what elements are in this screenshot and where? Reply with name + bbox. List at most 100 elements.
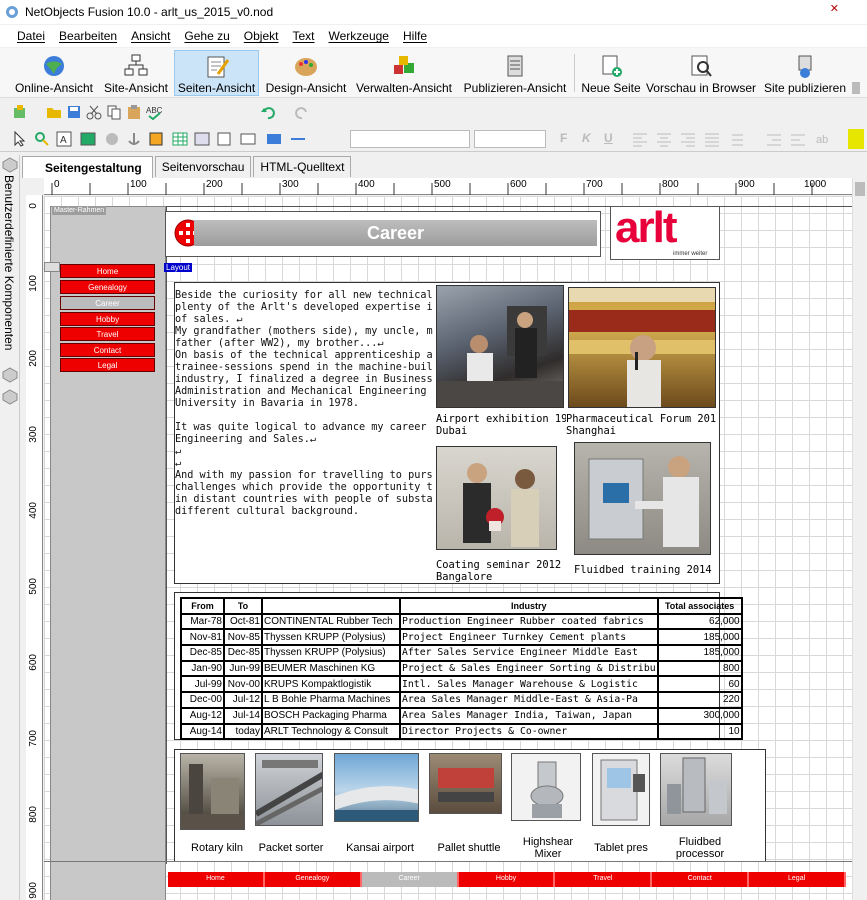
nav-genealogy[interactable]: Genealogy [60,280,155,294]
footer-nav-hobby[interactable]: Hobby [458,872,556,887]
cut-icon[interactable] [86,104,102,120]
italic-button[interactable]: K [582,131,591,145]
menu-objekt[interactable]: Objekt [244,29,279,43]
hotspot-tool-icon[interactable] [148,131,164,147]
menu-hilfe[interactable]: Hilfe [403,29,427,43]
media-tool-icon[interactable] [216,131,232,147]
career-story-text[interactable]: Beside the curiosity for all new technic… [175,290,433,550]
font-family-select[interactable] [350,130,470,148]
nav-career[interactable]: Career [60,296,155,310]
tab-page-layout[interactable]: Seitengestaltung [22,156,153,178]
thumb-fluidbed-processor[interactable] [660,753,732,826]
footer-nav-genealogy[interactable]: Genealogy [264,872,362,887]
custom-components-panel[interactable]: Benutzerdefinierte Komponenten [0,155,20,900]
menu-gehe-zu[interactable]: Gehe zu [184,29,229,43]
nav-home[interactable]: Home [60,264,155,278]
highlight-color-icon[interactable] [848,129,864,149]
publish-site-button[interactable]: Site publizieren [762,50,848,96]
rectangle-tool-icon[interactable] [266,131,282,147]
new-page-button[interactable]: Neue Seite [580,50,642,96]
photo-fluidbed-training[interactable] [574,442,711,555]
component-cube-icon[interactable] [2,367,18,383]
font-size-select[interactable] [474,130,546,148]
page-view-button[interactable]: Seiten-Ansicht [174,50,259,96]
text-tool-icon[interactable]: A [56,131,72,147]
tab-html-source[interactable]: HTML-Quelltext [253,156,352,177]
photo-airport-exhibition[interactable] [436,285,564,408]
justify-icon[interactable] [704,131,720,147]
indent-icon[interactable] [766,131,782,147]
copy-icon[interactable] [106,104,122,120]
layout-handle[interactable] [44,262,60,272]
online-view-button[interactable]: Online-Ansicht [10,50,98,96]
component-cube-icon-2[interactable] [2,389,18,405]
align-left-icon[interactable] [632,131,648,147]
design-view-button[interactable]: Design-Ansicht [262,50,350,96]
save-icon[interactable] [66,104,82,120]
thumb-pallet-shuttle[interactable] [429,753,502,814]
paste-icon[interactable] [126,104,142,120]
select-tool-icon[interactable] [12,131,28,147]
table-row: Dec-85 Dec-85 Thyssen KRUPP (Polysius) Afte… [180,644,743,662]
new-site-icon[interactable] [12,104,28,120]
nav-contact[interactable]: Contact [60,343,155,357]
nav-hobby[interactable]: Hobby [60,312,155,326]
menu-bearbeiten[interactable]: Bearbeiten [59,29,117,43]
footer-nav-career[interactable]: Career [361,872,459,887]
close-icon[interactable]: ✕ [830,2,839,15]
nav-travel[interactable]: Travel [60,327,155,341]
career-table[interactable]: From To Industry Total associates Mar-78… [180,597,743,741]
table-tool-icon[interactable] [172,131,188,147]
footer-nav-contact[interactable]: Contact [652,872,750,887]
page-canvas[interactable]: Master-Rahmen Home Genealogy Career Hobb… [44,196,852,900]
cell-from: Dec-85 [180,644,225,662]
photo-coating-seminar[interactable] [436,446,557,550]
toolbar-overflow-icon[interactable] [852,82,860,94]
align-center-icon[interactable] [656,131,672,147]
align-right-icon[interactable] [680,131,696,147]
menu-ansicht[interactable]: Ansicht [131,29,170,43]
photo-pharma-forum[interactable] [568,287,716,408]
nav-legal[interactable]: Legal [60,358,155,372]
redo-icon[interactable] [294,104,310,120]
outdent-icon[interactable] [790,131,806,147]
site-view-button[interactable]: Site-Ansicht [99,50,173,96]
anchor-tool-icon[interactable] [126,131,142,147]
spellcheck-icon[interactable]: ABC [146,104,162,120]
line-tool-icon[interactable] [290,131,306,147]
thumb-kansai-airport[interactable] [334,753,419,822]
scroll-thumb[interactable] [855,182,865,196]
component-tool-icon[interactable] [240,131,256,147]
browser-preview-button[interactable]: Vorschau in Browser [646,50,756,96]
thumb-rotary-kiln[interactable] [180,753,245,830]
manage-view-label: Verwalten-Ansicht [355,81,453,95]
arlt-logo[interactable]: arlt immer weiter [610,203,720,260]
thumb-highshear-mixer[interactable] [511,753,581,821]
button-tool-icon[interactable] [104,131,120,147]
tab-page-preview[interactable]: Seitenvorschau [154,156,252,177]
zoom-tool-icon[interactable] [34,131,50,147]
publish-view-button[interactable]: Publizieren-Ansicht [460,50,570,96]
text-color-icon[interactable]: ab [814,131,830,147]
list-icon[interactable] [728,131,744,147]
open-folder-icon[interactable] [46,104,62,120]
vertical-scrollbar[interactable] [852,178,867,900]
footer-nav: Home Genealogy Career Hobby Travel Conta… [168,872,847,887]
footer-nav-legal[interactable]: Legal [749,872,847,887]
form-tool-icon[interactable] [194,131,210,147]
menu-text[interactable]: Text [292,29,314,43]
undo-icon[interactable] [260,104,276,120]
page-banner[interactable]: Career [165,211,601,257]
underline-button[interactable]: U [604,131,613,145]
thumb-packet-sorter[interactable] [255,753,323,826]
menu-datei[interactable]: Datei [17,29,45,43]
footer-nav-travel[interactable]: Travel [555,872,653,887]
svg-text:A: A [60,135,67,146]
manage-view-button[interactable]: Verwalten-Ansicht [353,50,455,96]
table-header-row: From To Industry Total associates [180,597,743,615]
bold-button[interactable]: F [560,131,567,145]
thumb-tablet-press[interactable] [592,753,650,826]
menu-werkzeuge[interactable]: Werkzeuge [329,29,389,43]
picture-tool-icon[interactable] [80,131,96,147]
footer-nav-home[interactable]: Home [168,872,265,887]
